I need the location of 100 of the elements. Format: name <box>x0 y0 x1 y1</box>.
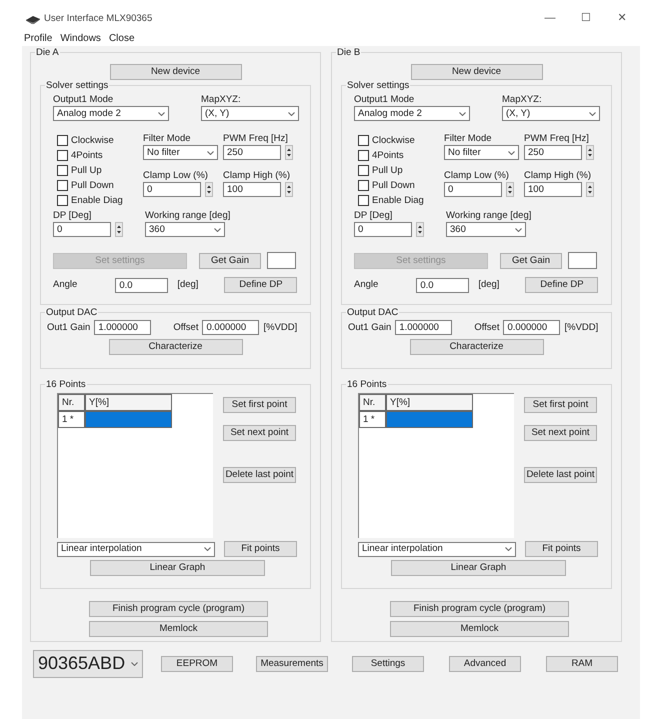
spin-arrows-icon[interactable] <box>506 182 514 197</box>
chevron-down-icon <box>515 228 522 232</box>
checkbox[interactable]: Clockwise <box>57 133 143 148</box>
define-dp-button[interactable]: Define DP <box>525 277 598 293</box>
close-button[interactable]: ✕ <box>604 12 640 26</box>
input-field[interactable]: 0.000000 <box>202 320 260 335</box>
input-field[interactable]: 1.000000 <box>94 320 152 335</box>
input-field[interactable]: 0 <box>53 222 111 237</box>
define-dp-button[interactable]: Define DP <box>224 277 298 293</box>
linear-graph-button[interactable]: Linear Graph <box>90 560 265 576</box>
chevron-down-icon <box>158 112 165 116</box>
spin-arrows-icon[interactable] <box>586 182 594 197</box>
characterize-button[interactable]: Characterize <box>410 339 544 355</box>
column-header: Nr. <box>359 394 386 411</box>
finish-program-button[interactable]: Finish program cycle (program) <box>89 601 268 617</box>
new-device-button[interactable]: New device <box>110 64 242 80</box>
spin-arrows-icon[interactable] <box>285 145 293 160</box>
tab-button[interactable]: Settings <box>352 656 424 672</box>
input-field[interactable]: 0 <box>444 182 502 197</box>
field-label: Filter Mode <box>143 133 192 145</box>
field-label: Working range [deg] <box>446 210 532 222</box>
memlock-button[interactable]: Memlock <box>390 621 569 637</box>
spin-arrows-icon[interactable] <box>586 145 594 160</box>
input-field[interactable]: 0.000000 <box>503 320 560 335</box>
dropdown[interactable]: No filter <box>143 145 218 160</box>
checkbox[interactable]: Pull Up <box>358 163 444 178</box>
tab-button[interactable]: Measurements <box>256 656 328 672</box>
spin-arrows-icon[interactable] <box>115 222 123 237</box>
characterize-button[interactable]: Characterize <box>108 339 242 355</box>
checkbox[interactable]: Pull Down <box>57 178 143 193</box>
table-cell[interactable] <box>386 411 473 428</box>
menu-item[interactable]: Windows <box>60 33 101 45</box>
tab-button[interactable]: Advanced <box>449 656 521 672</box>
interpolation-dropdown[interactable]: Linear interpolation <box>57 542 215 556</box>
field-label: Clamp High (%) <box>223 170 292 182</box>
chevron-down-icon <box>508 150 515 154</box>
checkbox[interactable]: Pull Up <box>57 163 143 178</box>
data-grid[interactable]: Nr. Y[%] 1 * <box>358 393 514 538</box>
input-field[interactable]: 0.0 <box>115 278 168 292</box>
input-field[interactable]: 0.0 <box>416 278 470 292</box>
chevron-down-icon <box>589 112 596 116</box>
point-button[interactable]: Set first point <box>223 397 296 413</box>
input-field[interactable]: 100 <box>524 182 582 197</box>
chevron-down-icon <box>131 662 138 666</box>
tab-button[interactable]: EEPROM <box>161 656 233 672</box>
spin-arrows-icon[interactable] <box>205 182 213 197</box>
linear-graph-button[interactable]: Linear Graph <box>391 560 566 576</box>
data-grid[interactable]: Nr. Y[%] 1 * <box>57 393 213 538</box>
new-device-button[interactable]: New device <box>410 64 542 80</box>
chevron-down-icon <box>207 150 214 154</box>
device-dropdown[interactable]: 90365ABD <box>33 650 143 678</box>
field-label: DP [Deg] <box>53 210 92 222</box>
checkbox[interactable]: Pull Down <box>358 178 444 193</box>
input-field[interactable]: 250 <box>223 145 281 160</box>
minimize-button[interactable]: — <box>532 12 568 26</box>
field-label: Filter Mode <box>444 133 493 145</box>
input-field[interactable]: 250 <box>524 145 582 160</box>
group-title: 16 Points <box>346 379 388 390</box>
dropdown[interactable]: 360 <box>446 222 526 237</box>
table-cell[interactable] <box>85 411 172 428</box>
input-field[interactable]: 0 <box>143 182 201 197</box>
dropdown[interactable]: Analog mode 2 <box>354 106 470 121</box>
checkbox[interactable]: Enable Diag <box>358 193 444 208</box>
checkbox[interactable]: 4Points <box>358 148 444 163</box>
get-gain-button[interactable]: Get Gain <box>199 252 261 268</box>
point-button[interactable]: Delete last point <box>223 467 296 483</box>
checkbox[interactable]: Clockwise <box>358 133 444 148</box>
memlock-button[interactable]: Memlock <box>89 621 268 637</box>
menu-item[interactable]: Close <box>108 33 135 45</box>
fit-points-button[interactable]: Fit points <box>224 541 297 557</box>
field-label: MapXYZ: <box>502 94 543 106</box>
tab-button[interactable]: RAM <box>546 656 618 672</box>
gain-field[interactable] <box>267 252 296 269</box>
dropdown[interactable]: (X, Y) <box>201 106 299 121</box>
gain-field[interactable] <box>568 252 597 269</box>
fit-points-button[interactable]: Fit points <box>525 541 598 557</box>
group-title: Die B <box>336 47 362 58</box>
menu-item[interactable]: Profile <box>24 33 52 45</box>
group-title: Output DAC <box>346 307 400 318</box>
point-button[interactable]: Set next point <box>524 425 597 441</box>
checkbox[interactable]: Enable Diag <box>57 193 143 208</box>
dropdown[interactable]: Analog mode 2 <box>53 106 169 121</box>
input-field[interactable]: 1.000000 <box>395 320 452 335</box>
input-field[interactable]: 0 <box>354 222 412 237</box>
checkbox[interactable]: 4Points <box>57 148 143 163</box>
spin-arrows-icon[interactable] <box>285 182 293 197</box>
spin-arrows-icon[interactable] <box>416 222 424 237</box>
finish-program-button[interactable]: Finish program cycle (program) <box>390 601 569 617</box>
point-button[interactable]: Set first point <box>524 397 597 413</box>
dropdown[interactable]: (X, Y) <box>502 106 600 121</box>
point-button[interactable]: Set next point <box>223 425 296 441</box>
dropdown[interactable]: No filter <box>444 145 519 160</box>
interpolation-dropdown[interactable]: Linear interpolation <box>358 542 516 556</box>
input-field[interactable]: 100 <box>223 182 281 197</box>
field-label: Out1 Gain <box>47 322 90 334</box>
maximize-button[interactable]: ☐ <box>568 12 604 26</box>
dropdown[interactable]: 360 <box>145 222 225 237</box>
chevron-down-icon <box>204 547 211 551</box>
point-button[interactable]: Delete last point <box>524 467 597 483</box>
get-gain-button[interactable]: Get Gain <box>500 252 562 268</box>
